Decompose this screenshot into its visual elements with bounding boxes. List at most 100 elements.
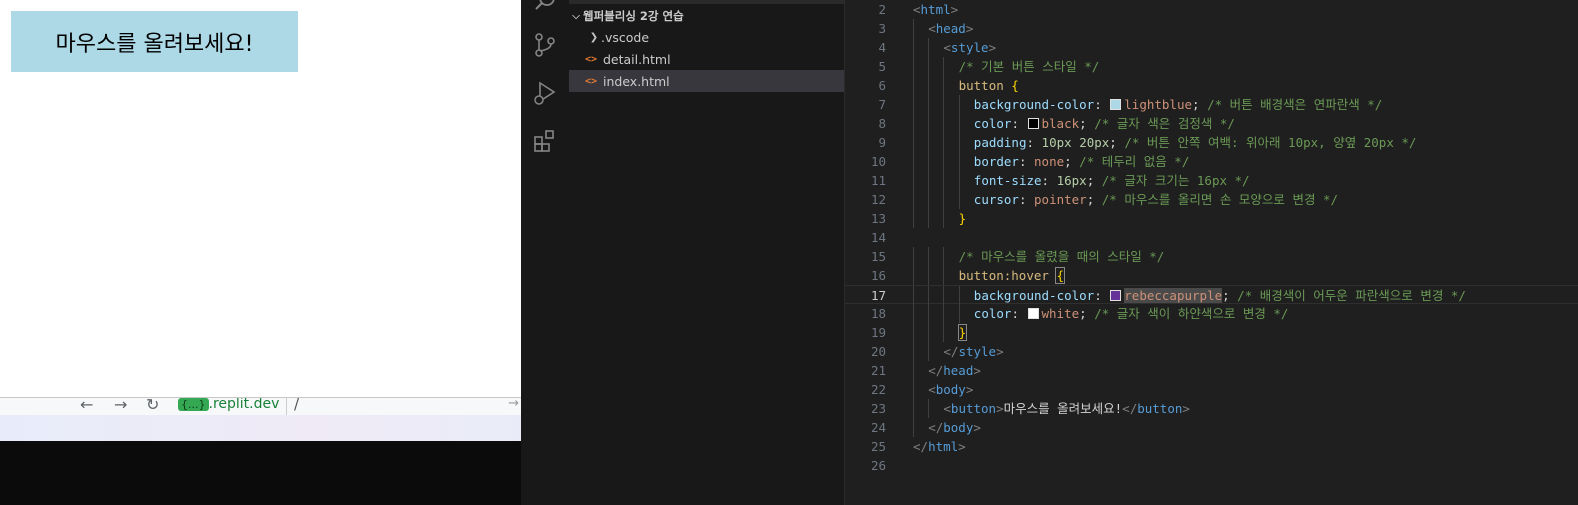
line-number: 7 — [878, 97, 886, 112]
indent-guide — [943, 247, 945, 266]
code-line[interactable]: 26 — [845, 456, 1578, 475]
code-editor[interactable]: 2 <html> 3 <head> 4 <style> 5 /* 기본 버튼 스타일 */ 6 b… — [845, 0, 1578, 505]
code-line[interactable]: 7 background-color: lightblue; /* 버튼 배경색은… — [845, 95, 1578, 114]
indent-guide — [928, 171, 930, 190]
line-number: 6 — [878, 78, 886, 93]
url-host[interactable]: {...} .replit.dev — [178, 397, 283, 413]
indent-guide — [943, 190, 945, 209]
indent-guide — [928, 266, 930, 285]
code-line[interactable]: 25 </html> — [845, 437, 1578, 456]
line-number: 17 — [870, 288, 886, 303]
color-swatch-icon[interactable] — [1027, 308, 1039, 319]
code-line[interactable]: 14 — [845, 228, 1578, 247]
code-line[interactable]: 18 color: white; /* 글자 색이 하얀색으로 변경 */ — [845, 304, 1578, 323]
code-line[interactable]: 23 <button>마우스를 올려보세요!</button> — [845, 399, 1578, 418]
code-text: } — [958, 211, 967, 226]
code-line[interactable]: 21 </head> — [845, 361, 1578, 380]
source-control-icon[interactable] — [531, 31, 559, 59]
hover-demo-button[interactable]: 마우스를 올려보세요! — [11, 11, 298, 72]
line-number: 21 — [870, 363, 886, 378]
indent-guide — [913, 76, 914, 95]
indent-guide — [943, 171, 945, 190]
indent-guide — [913, 361, 914, 380]
indent-guide — [943, 57, 945, 76]
indent-guide — [928, 399, 930, 418]
indent-guide — [943, 76, 945, 95]
tree-item-label: index.html — [603, 73, 670, 89]
indent-guide — [928, 323, 930, 342]
code-line[interactable]: 6 button { — [845, 76, 1578, 95]
run-debug-icon[interactable] — [531, 79, 559, 107]
tree-item-detail-html[interactable]: <> detail.html — [569, 48, 844, 70]
indent-guide — [928, 304, 930, 323]
indent-guide — [913, 190, 914, 209]
code-line[interactable]: 8 color: black; /* 글자 색은 검정색 */ — [845, 114, 1578, 133]
indent-guide — [928, 342, 930, 361]
indent-guide — [913, 342, 914, 361]
go-icon[interactable]: → — [508, 398, 519, 411]
browser-bottom-panel — [0, 441, 521, 505]
indent-guide — [913, 38, 914, 57]
browser-tab-strip — [0, 415, 521, 441]
explorer-header-edge — [569, 0, 844, 4]
code-line[interactable]: 12 cursor: pointer; /* 마우스를 올리면 손 모양으로 변경… — [845, 190, 1578, 209]
code-line[interactable]: 5 /* 기본 버튼 스타일 */ — [845, 57, 1578, 76]
line-number: 19 — [870, 325, 886, 340]
indent-guide — [928, 133, 930, 152]
indent-guide — [958, 95, 960, 114]
code-line[interactable]: 9 padding: 10px 20px; /* 버튼 안쪽 여백: 위아래 10… — [845, 133, 1578, 152]
browser-preview: 마우스를 올려보세요! — [0, 0, 521, 397]
indent-guide — [943, 286, 945, 305]
back-icon[interactable]: ← — [80, 398, 93, 414]
code-line[interactable]: 13} — [845, 209, 1578, 228]
search-icon[interactable] — [531, 0, 559, 16]
replit-badge: {...} — [178, 398, 209, 411]
workspace-folder[interactable]: ⌵ 웹퍼블리싱 2강 연습 — [569, 5, 844, 27]
url-host-text: .replit.dev — [208, 397, 280, 412]
code-line[interactable]: 10 border: none; /* 테두리 없음 */ — [845, 152, 1578, 171]
line-number: 23 — [870, 401, 886, 416]
code-line[interactable]: 22 <body> — [845, 380, 1578, 399]
code-text: color: white; /* 글자 색이 하얀색으로 변경 */ — [973, 306, 1289, 321]
indent-guide — [943, 304, 945, 323]
line-number: 25 — [870, 439, 886, 454]
line-number: 24 — [870, 420, 886, 435]
code-line[interactable]: 4 <style> — [845, 38, 1578, 57]
code-line[interactable]: 2 <html> — [845, 0, 1578, 19]
code-line[interactable]: 3 <head> — [845, 19, 1578, 38]
code-text: border: none; /* 테두리 없음 */ — [973, 154, 1190, 169]
reload-icon[interactable]: ↻ — [146, 398, 159, 414]
indent-guide — [928, 247, 930, 266]
line-number: 20 — [870, 344, 886, 359]
code-line[interactable]: 15 /* 마우스를 올렸을 때의 스타일 */ — [845, 247, 1578, 266]
indent-guide — [928, 38, 930, 57]
color-swatch-icon[interactable] — [1110, 99, 1122, 110]
code-line[interactable]: 16 button:hover { — [845, 266, 1578, 285]
code-text: background-color: lightblue; /* 버튼 배경색은 … — [973, 97, 1383, 112]
line-number: 5 — [878, 59, 886, 74]
code-line[interactable]: 17 background-color: rebeccapurple; /* 배경… — [845, 285, 1578, 305]
color-swatch-icon[interactable] — [1110, 290, 1122, 301]
tree-item-vscode[interactable]: ❯ .vscode — [569, 26, 844, 48]
indent-guide — [913, 95, 914, 114]
tree-item-label: detail.html — [603, 51, 671, 67]
tree-item-index-html[interactable]: <> index.html — [569, 70, 844, 92]
code-line[interactable]: 20 </style> — [845, 342, 1578, 361]
indent-guide — [913, 304, 914, 323]
color-swatch-icon[interactable] — [1027, 118, 1039, 129]
indent-guide — [958, 304, 960, 323]
activity-bar — [521, 0, 570, 505]
explorer-panel: ⌵ 웹퍼블리싱 2강 연습 ❯ .vscode <> detail.html <… — [569, 0, 845, 505]
forward-icon[interactable]: → — [114, 398, 127, 414]
code-text: button:hover { — [958, 267, 1065, 284]
code-line[interactable]: 11 font-size: 16px; /* 글자 크기는 16px */ — [845, 171, 1578, 190]
line-number: 16 — [870, 268, 886, 283]
code-line[interactable]: 24 </body> — [845, 418, 1578, 437]
url-path[interactable]: / — [286, 398, 299, 415]
indent-guide — [928, 209, 930, 228]
extensions-icon[interactable] — [531, 127, 559, 155]
indent-guide — [913, 114, 914, 133]
line-number: 12 — [870, 192, 886, 207]
code-line[interactable]: 19} — [845, 323, 1578, 342]
code-text: <style> — [943, 40, 997, 55]
